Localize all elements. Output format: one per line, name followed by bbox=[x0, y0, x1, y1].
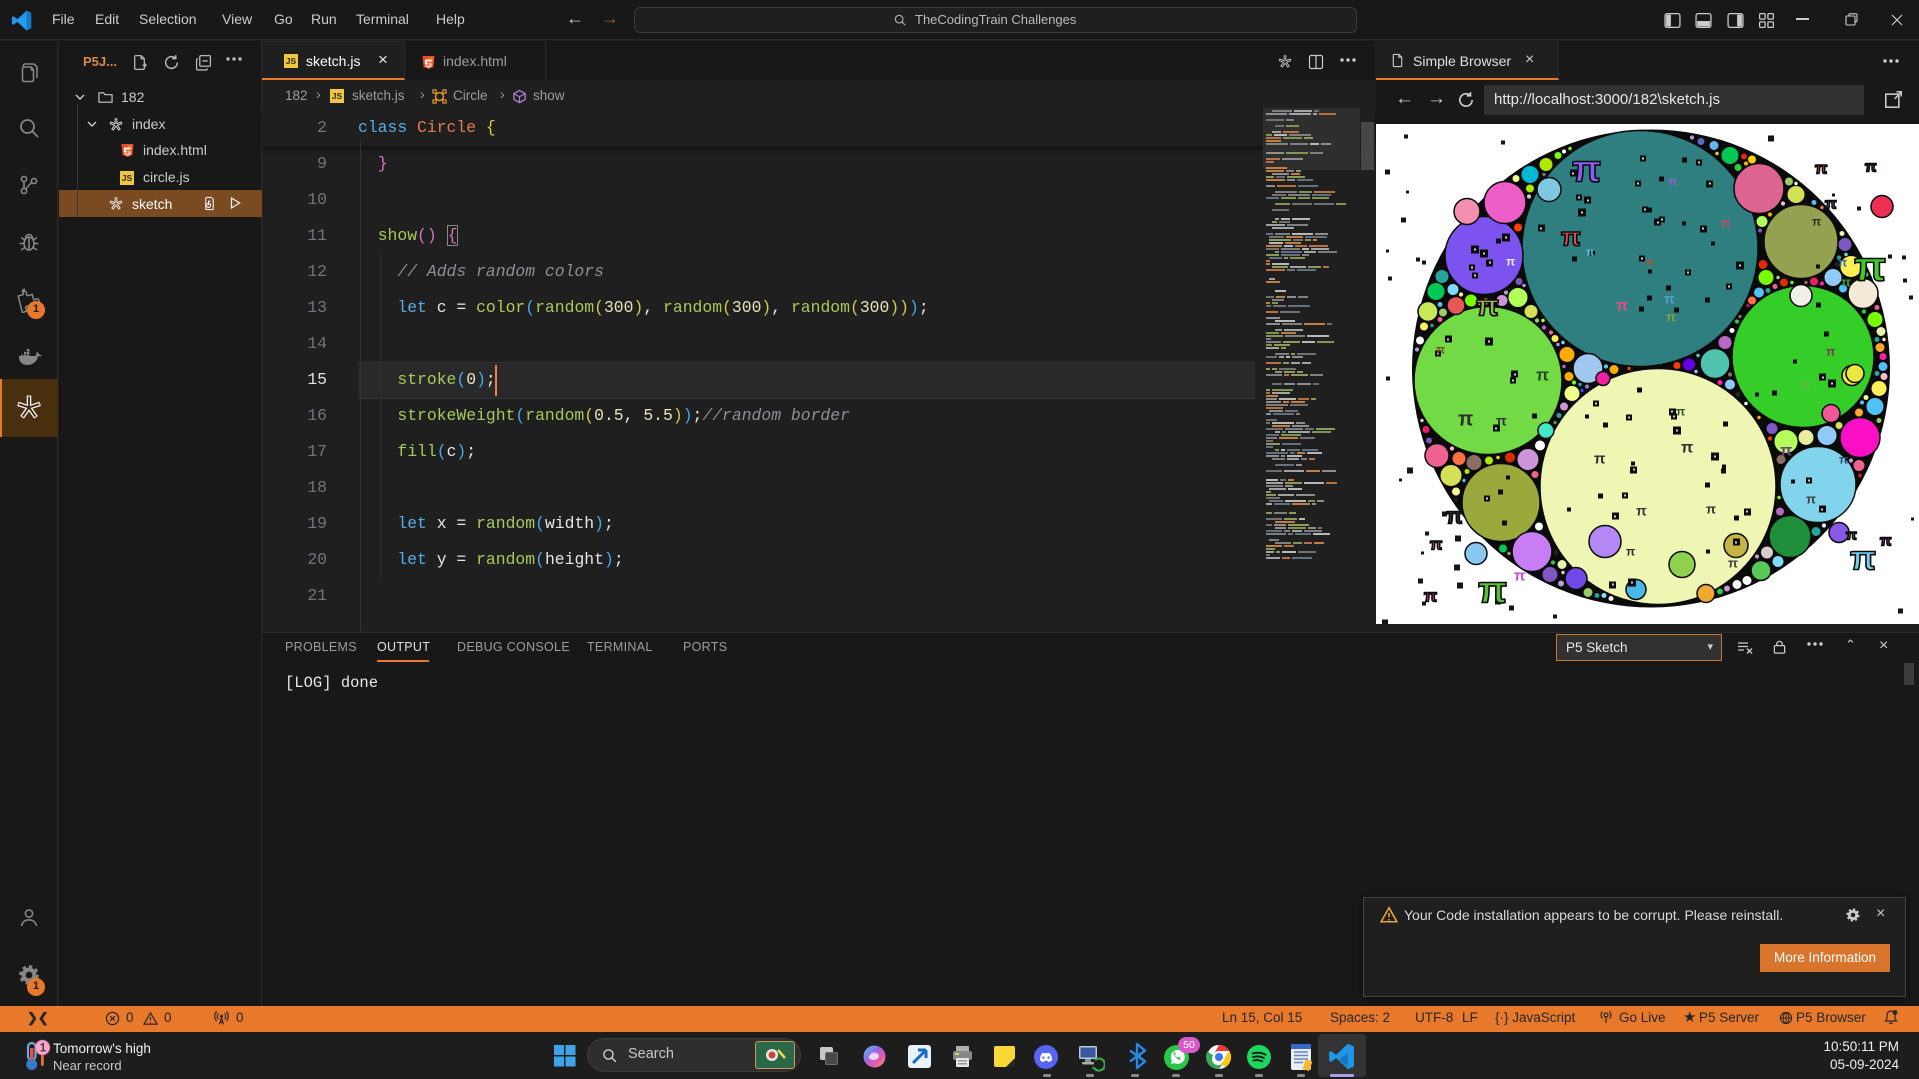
svg-text:1: 1 bbox=[40, 1043, 47, 1055]
svg-text:π: π bbox=[1664, 291, 1675, 307]
svg-text:π: π bbox=[1506, 255, 1515, 269]
svg-text:π: π bbox=[1668, 175, 1677, 189]
svg-text:π: π bbox=[1728, 556, 1738, 571]
svg-text:π: π bbox=[1436, 343, 1445, 357]
svg-text:π: π bbox=[1825, 196, 1837, 213]
svg-text:π: π bbox=[1846, 527, 1857, 543]
svg-text:π: π bbox=[1850, 540, 1876, 578]
svg-text:π: π bbox=[1721, 216, 1731, 231]
svg-text:π: π bbox=[1626, 545, 1635, 559]
svg-text:π: π bbox=[1561, 222, 1581, 252]
svg-text:π: π bbox=[1880, 533, 1892, 550]
svg-text:π: π bbox=[1826, 345, 1835, 359]
svg-text:π: π bbox=[1780, 443, 1792, 460]
svg-text:π: π bbox=[1812, 215, 1821, 229]
svg-text:π: π bbox=[1572, 149, 1601, 191]
svg-text:π: π bbox=[1430, 537, 1442, 554]
svg-text:π: π bbox=[1446, 504, 1463, 529]
svg-text:π: π bbox=[1666, 310, 1676, 325]
svg-text:π: π bbox=[1496, 413, 1507, 429]
svg-text:π: π bbox=[1458, 409, 1473, 431]
svg-text:π: π bbox=[1865, 159, 1877, 176]
svg-text:π: π bbox=[1839, 453, 1848, 467]
svg-text:π: π bbox=[1646, 258, 1654, 269]
svg-text:π: π bbox=[1706, 502, 1716, 517]
svg-text:π: π bbox=[1476, 290, 1499, 323]
svg-text:π: π bbox=[1681, 440, 1693, 457]
svg-text:π: π bbox=[1536, 366, 1549, 385]
svg-text:π: π bbox=[1478, 570, 1507, 612]
svg-text:π: π bbox=[1838, 256, 1847, 270]
svg-text:π: π bbox=[1636, 503, 1647, 519]
svg-text:π: π bbox=[1586, 247, 1595, 259]
svg-text:π: π bbox=[1676, 405, 1685, 419]
svg-text:π: π bbox=[1841, 275, 1851, 290]
svg-text:π: π bbox=[1594, 451, 1606, 468]
svg-text:π: π bbox=[1854, 243, 1886, 290]
svg-text:π: π bbox=[1815, 161, 1827, 178]
svg-text:π: π bbox=[1514, 568, 1526, 585]
svg-text:π: π bbox=[1806, 492, 1816, 507]
svg-text:π: π bbox=[1424, 587, 1437, 606]
svg-text:π: π bbox=[1800, 377, 1811, 393]
svg-text:π: π bbox=[1616, 298, 1628, 315]
